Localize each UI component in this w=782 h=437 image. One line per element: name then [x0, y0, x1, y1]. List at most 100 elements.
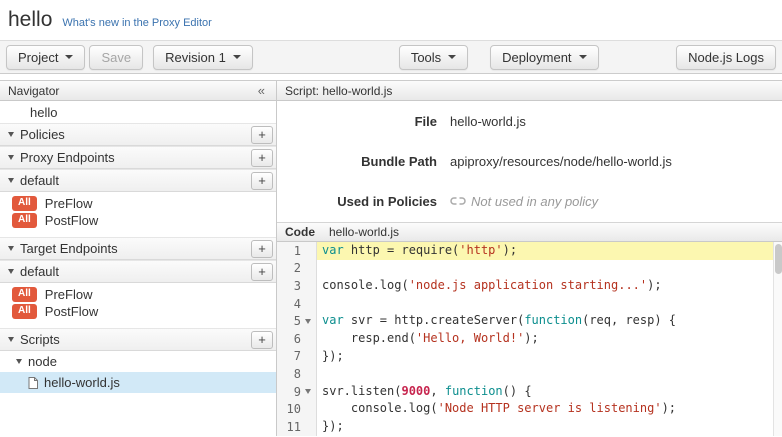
project-dropdown-label: Project	[18, 50, 58, 65]
section-policies[interactable]: Policies +	[0, 123, 276, 146]
all-conditions-badge: All	[12, 304, 37, 319]
flow-label: PreFlow	[45, 287, 93, 302]
scrollbar-thumb[interactable]	[775, 244, 782, 274]
main-area: Navigator « hello Policies + Proxy Endpo…	[0, 80, 782, 436]
section-scripts[interactable]: Scripts +	[0, 328, 276, 351]
code-editor[interactable]: 12 3 4 5 6 7 8 910 11 var http = require('http')…	[277, 242, 782, 436]
file-value: hello-world.js	[450, 114, 526, 129]
editor-scrollbar[interactable]	[773, 242, 782, 436]
target-endpoint-default[interactable]: default +	[0, 260, 276, 283]
broken-link-icon	[450, 196, 466, 206]
all-conditions-badge: All	[12, 196, 37, 211]
line-number: 9	[277, 385, 301, 399]
tools-dropdown-label: Tools	[411, 50, 441, 65]
target-postflow-item[interactable]: All PostFlow	[0, 303, 276, 320]
bundle-path-value: apiproxy/resources/node/hello-world.js	[450, 154, 672, 169]
project-dropdown[interactable]: Project	[6, 45, 85, 70]
used-in-policies-field-row: Used in Policies Not used in any policy	[277, 192, 782, 210]
gutter-row: 1	[277, 242, 316, 260]
script-detail-panel: Script: hello-world.js File hello-world.…	[277, 81, 782, 436]
caret-down-icon	[579, 55, 587, 59]
caret-down-icon	[8, 155, 14, 160]
navigator-panel: Navigator « hello Policies + Proxy Endpo…	[0, 81, 277, 436]
flow-label: PreFlow	[45, 196, 93, 211]
code-line[interactable]: var http = require('http');	[317, 242, 782, 260]
tree-item-hello[interactable]: hello	[0, 101, 276, 123]
add-target-endpoint-button[interactable]: +	[251, 240, 273, 258]
caret-down-icon	[8, 178, 14, 183]
file-icon	[28, 377, 38, 389]
target-preflow-item[interactable]: All PreFlow	[0, 286, 276, 303]
save-button[interactable]: Save	[89, 45, 143, 70]
caret-down-icon	[448, 55, 456, 59]
code-line[interactable]: });	[317, 418, 782, 436]
app-header: hello What's new in the Proxy Editor	[0, 0, 782, 40]
code-line[interactable]: });	[317, 348, 782, 366]
code-gutter: 12 3 4 5 6 7 8 910 11	[277, 242, 317, 436]
caret-down-icon	[65, 55, 73, 59]
caret-down-icon	[8, 246, 14, 251]
section-target-endpoints[interactable]: Target Endpoints +	[0, 237, 276, 260]
caret-down-icon	[8, 337, 14, 342]
nodejs-logs-button[interactable]: Node.js Logs	[676, 45, 776, 70]
caret-down-icon	[16, 359, 22, 364]
fold-arrow-icon[interactable]	[305, 319, 311, 324]
line-number: 5	[277, 314, 301, 328]
code-line[interactable]: var svr = http.createServer(function(req…	[317, 312, 782, 330]
script-panel-title: Script: hello-world.js	[285, 84, 392, 98]
script-file-item-selected[interactable]: hello-world.js	[0, 372, 276, 393]
add-target-flow-button[interactable]: +	[251, 263, 273, 281]
gutter-row: 6	[277, 330, 316, 348]
gutter-row: 8	[277, 365, 316, 383]
code-line[interactable]	[317, 260, 782, 278]
caret-down-icon	[8, 132, 14, 137]
line-number: 7	[277, 349, 301, 363]
proxy-flow-group: All PreFlow All PostFlow	[0, 192, 276, 237]
script-details: File hello-world.js Bundle Path apiproxy…	[277, 101, 782, 222]
add-script-button[interactable]: +	[251, 331, 273, 349]
line-number: 11	[277, 420, 301, 434]
script-panel-header: Script: hello-world.js	[277, 81, 782, 101]
line-number: 2	[277, 261, 301, 275]
line-number: 4	[277, 297, 301, 311]
navigator-title: Navigator	[8, 84, 59, 98]
code-line[interactable]: console.log('node.js application startin…	[317, 277, 782, 295]
gutter-row: 10	[277, 400, 316, 418]
proxy-preflow-item[interactable]: All PreFlow	[0, 195, 276, 212]
tools-dropdown[interactable]: Tools	[399, 45, 468, 70]
add-proxy-endpoint-button[interactable]: +	[251, 149, 273, 167]
nodejs-logs-button-label: Node.js Logs	[688, 50, 764, 65]
flow-label: PostFlow	[45, 304, 98, 319]
gutter-row: 4	[277, 295, 316, 313]
target-flow-group: All PreFlow All PostFlow	[0, 283, 276, 328]
code-lines: var http = require('http'); console.log(…	[317, 242, 782, 436]
add-proxy-flow-button[interactable]: +	[251, 172, 273, 190]
page-title: hello	[8, 8, 52, 32]
endpoint-label: default	[20, 264, 59, 279]
used-in-policies-value-wrap: Not used in any policy	[450, 194, 598, 209]
scripts-node-folder[interactable]: node	[0, 351, 276, 372]
tree-item-label: hello	[30, 105, 57, 120]
add-policy-button[interactable]: +	[251, 126, 273, 144]
proxy-endpoint-default[interactable]: default +	[0, 169, 276, 192]
gutter-row: 3	[277, 277, 316, 295]
code-line[interactable]: svr.listen(9000, function() {	[317, 383, 782, 401]
deployment-dropdown[interactable]: Deployment	[490, 45, 598, 70]
proxy-postflow-item[interactable]: All PostFlow	[0, 212, 276, 229]
code-line[interactable]	[317, 365, 782, 383]
file-label: hello-world.js	[44, 375, 120, 390]
collapse-navigator-button[interactable]: «	[255, 83, 268, 98]
code-line[interactable]: console.log('Node HTTP server is listeni…	[317, 400, 782, 418]
line-number: 8	[277, 367, 301, 381]
gutter-row: 2	[277, 260, 316, 278]
line-number: 6	[277, 332, 301, 346]
code-line[interactable]	[317, 295, 782, 313]
code-line[interactable]: resp.end('Hello, World!');	[317, 330, 782, 348]
revision-dropdown[interactable]: Revision 1	[153, 45, 253, 70]
section-label: Proxy Endpoints	[20, 150, 115, 165]
whats-new-link[interactable]: What's new in the Proxy Editor	[62, 17, 211, 29]
section-proxy-endpoints[interactable]: Proxy Endpoints +	[0, 146, 276, 169]
code-tab: Code	[285, 225, 315, 239]
fold-arrow-icon[interactable]	[305, 389, 311, 394]
used-in-policies-label: Used in Policies	[277, 194, 437, 209]
